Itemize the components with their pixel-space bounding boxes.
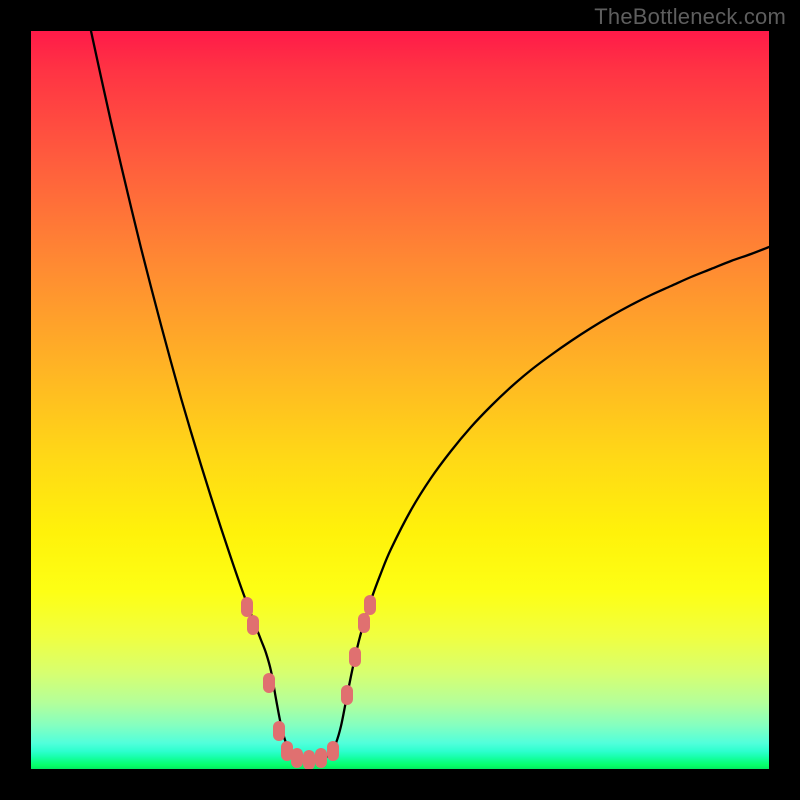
marker-point	[291, 748, 303, 768]
curve	[91, 31, 769, 760]
marker-point	[273, 721, 285, 741]
outer-frame: TheBottleneck.com	[0, 0, 800, 800]
marker-point	[247, 615, 259, 635]
marker-point	[303, 750, 315, 769]
marker-point	[327, 741, 339, 761]
marker-point	[315, 748, 327, 768]
marker-point	[263, 673, 275, 693]
marker-point	[364, 595, 376, 615]
markers-group	[241, 595, 376, 769]
chart-svg	[31, 31, 769, 769]
marker-point	[341, 685, 353, 705]
marker-point	[349, 647, 361, 667]
watermark-text: TheBottleneck.com	[594, 4, 786, 30]
marker-point	[358, 613, 370, 633]
marker-point	[241, 597, 253, 617]
plot-area	[31, 31, 769, 769]
